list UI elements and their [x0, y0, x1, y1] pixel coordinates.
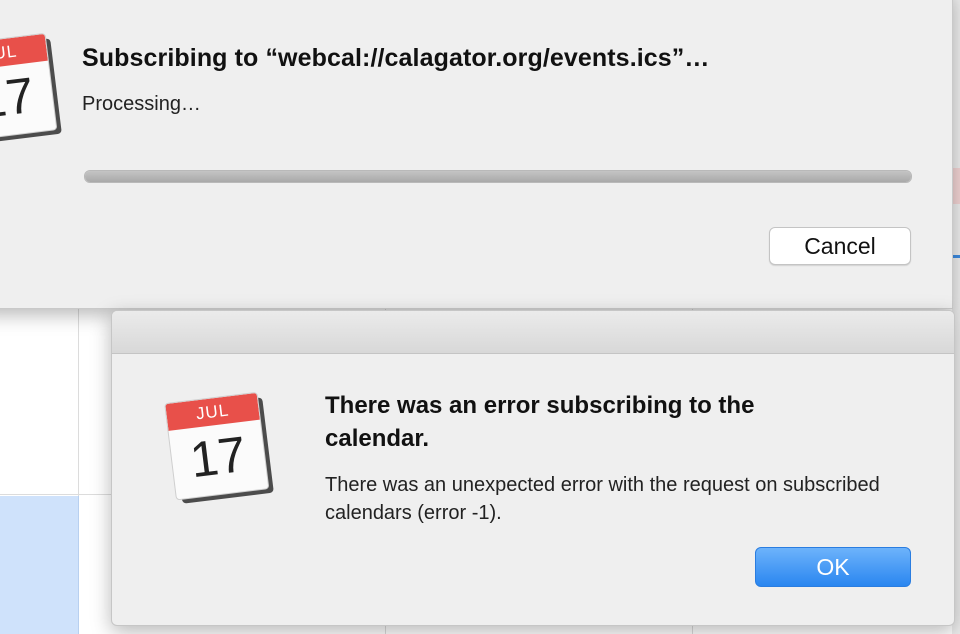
error-message: There was an unexpected error with the r…: [325, 474, 880, 524]
error-heading: There was an error subscribing to the ca…: [325, 392, 755, 452]
subscribing-title: Subscribing to “webcal://calagator.org/e…: [82, 44, 710, 72]
calendar-icon-day: 17: [0, 66, 38, 130]
subscribing-sheet: JUL 17 Subscribing to “webcal://calagato…: [0, 0, 953, 309]
progress-bar: [84, 170, 912, 183]
progress-bar-fill: [85, 171, 911, 182]
ok-button[interactable]: OK: [755, 547, 911, 587]
event-marker: [952, 168, 960, 204]
status-text: Processing…: [82, 93, 201, 115]
selected-day-cell[interactable]: [0, 496, 79, 634]
cancel-button[interactable]: Cancel: [769, 227, 911, 265]
calendar-icon: JUL 17: [164, 391, 274, 505]
calendar-icon: JUL 17: [0, 32, 62, 146]
calendar-icon-day: 17: [187, 425, 250, 489]
error-alert-dialog: JUL 17 There was an error subscribing to…: [111, 310, 955, 626]
dialog-titlebar: [112, 311, 954, 354]
current-time-marker: [952, 255, 960, 258]
